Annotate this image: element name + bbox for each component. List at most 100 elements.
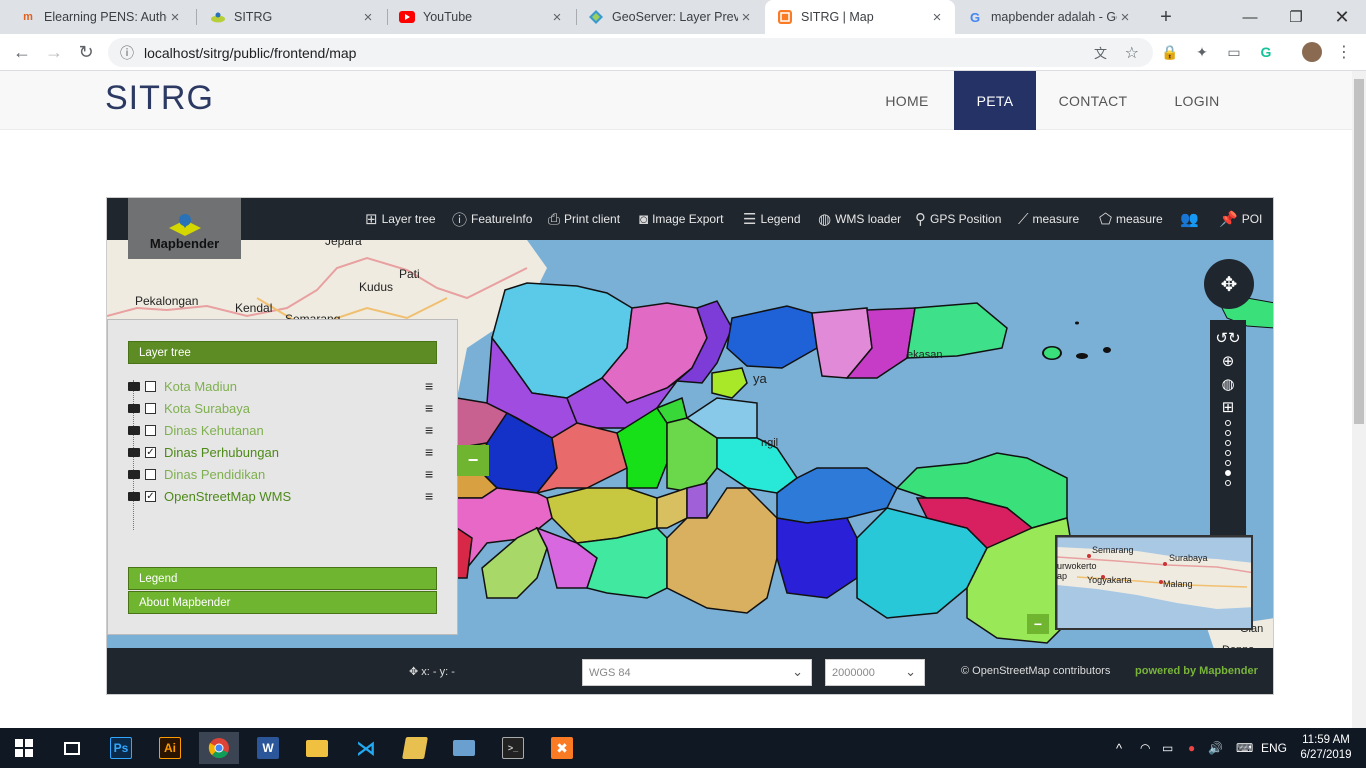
- featureinfo-tool[interactable]: ⓘ FeatureInfo: [452, 198, 532, 240]
- extension-puzzle-icon[interactable]: ✦: [1192, 42, 1212, 62]
- close-tab-icon[interactable]: ×: [1117, 9, 1133, 26]
- nav-login[interactable]: LOGIN: [1160, 71, 1234, 130]
- zoom-level-dot[interactable]: [1225, 430, 1231, 436]
- minimize-icon[interactable]: —: [1227, 0, 1273, 34]
- language-indicator[interactable]: ENG: [1261, 728, 1287, 768]
- pan-navigation-icon[interactable]: ✥: [1204, 259, 1254, 309]
- zoom-level-dot[interactable]: [1225, 470, 1231, 476]
- legend-tool[interactable]: ☰ Legend: [743, 198, 801, 240]
- nav-contact[interactable]: CONTACT: [1050, 71, 1136, 130]
- measure-area-tool[interactable]: ⬠ measure: [1099, 198, 1163, 240]
- back-icon[interactable]: ←: [6, 34, 38, 71]
- scrollbar-thumb[interactable]: [1354, 79, 1364, 424]
- close-tab-icon[interactable]: ×: [929, 9, 945, 26]
- translate-icon[interactable]: 文: [1094, 43, 1107, 62]
- folder-app-icon[interactable]: [395, 732, 435, 764]
- zoom-level-dot[interactable]: [1225, 460, 1231, 466]
- browser-tab[interactable]: SITRG ×: [198, 0, 386, 34]
- reload-icon[interactable]: ↻: [70, 34, 102, 71]
- layer-row[interactable]: Kota Surabaya ≡: [128, 397, 437, 419]
- keyboard-icon[interactable]: ⌨: [1236, 728, 1253, 768]
- close-tab-icon[interactable]: ×: [738, 9, 754, 26]
- address-bar[interactable]: ⓘ localhost/sitrg/public/frontend/map 文 …: [108, 38, 1153, 67]
- illustrator-icon[interactable]: Ai: [150, 732, 190, 764]
- restore-icon[interactable]: ❐: [1273, 0, 1319, 34]
- overview-toggle-button[interactable]: −: [1027, 614, 1049, 634]
- about-mapbender-accordion[interactable]: About Mapbender: [128, 591, 437, 614]
- layer-checkbox[interactable]: [145, 380, 156, 392]
- attribution-link[interactable]: © OpenStreetMap contributors: [961, 665, 1110, 677]
- layer-row[interactable]: ✓ Dinas Perhubungan ≡: [128, 441, 437, 463]
- xampp-icon[interactable]: ✖: [542, 732, 582, 764]
- layer-name[interactable]: Dinas Kehutanan: [164, 423, 425, 438]
- srs-select[interactable]: WGS 84 ⌄: [582, 659, 812, 686]
- photoshop-icon[interactable]: Ps: [101, 732, 141, 764]
- zoom-level-dot[interactable]: [1225, 480, 1231, 486]
- layer-menu-icon[interactable]: ≡: [425, 422, 437, 438]
- volume-icon[interactable]: 🔊: [1208, 728, 1223, 768]
- browser-tab-active[interactable]: SITRG | Map ×: [765, 0, 955, 34]
- gps-position-tool[interactable]: ⚲ GPS Position: [915, 198, 1001, 240]
- layer-row[interactable]: Dinas Pendidikan ≡: [128, 463, 437, 485]
- browser-tab[interactable]: GeoServer: Layer Previe ×: [576, 0, 764, 34]
- zoom-level-dot[interactable]: [1225, 450, 1231, 456]
- layer-checkbox[interactable]: [145, 468, 156, 480]
- poi-tool[interactable]: 📌 POI: [1219, 198, 1262, 240]
- info-icon[interactable]: ⓘ: [120, 43, 134, 63]
- zoom-box-icon[interactable]: ⊞: [1222, 395, 1235, 418]
- task-view-icon[interactable]: [52, 732, 92, 764]
- windows-start-icon[interactable]: [4, 732, 44, 764]
- nav-peta[interactable]: PETA: [954, 71, 1036, 130]
- new-tab-button[interactable]: +: [1143, 0, 1189, 34]
- layer-name[interactable]: Kota Surabaya: [164, 401, 425, 416]
- show-hidden-icons-icon[interactable]: ^: [1116, 728, 1122, 768]
- layer-row[interactable]: Dinas Kehutanan ≡: [128, 419, 437, 441]
- network-app-icon[interactable]: [444, 732, 484, 764]
- measure-line-tool[interactable]: ⟋ measure: [1018, 198, 1079, 240]
- layer-name[interactable]: Dinas Perhubungan: [164, 445, 425, 460]
- file-explorer-icon[interactable]: [297, 732, 337, 764]
- rotate-icon[interactable]: ↺↻: [1215, 326, 1240, 349]
- close-tab-icon[interactable]: ×: [360, 9, 376, 26]
- layer-tree-header[interactable]: Layer tree: [128, 341, 437, 364]
- print-client-tool[interactable]: ⎙ Print client: [548, 198, 620, 240]
- browser-tab[interactable]: G mapbender adalah - Go ×: [955, 0, 1143, 34]
- zoom-in-icon[interactable]: ⊕: [1222, 349, 1235, 372]
- notification-alert-icon[interactable]: ●: [1188, 728, 1195, 768]
- forward-icon[interactable]: →: [38, 34, 70, 71]
- layer-name[interactable]: Kota Madiun: [164, 379, 425, 394]
- grammarly-icon[interactable]: G: [1256, 42, 1276, 62]
- powered-by-link[interactable]: powered by Mapbender: [1135, 665, 1258, 677]
- close-window-icon[interactable]: ✕: [1319, 0, 1365, 34]
- layer-menu-icon[interactable]: ≡: [425, 466, 437, 482]
- wifi-icon[interactable]: ◠: [1140, 728, 1150, 768]
- bookmark-star-icon[interactable]: ☆: [1125, 43, 1139, 63]
- profile-avatar[interactable]: [1302, 42, 1322, 62]
- layer-checkbox[interactable]: [145, 424, 156, 436]
- layer-menu-icon[interactable]: ≡: [425, 400, 437, 416]
- users-tool[interactable]: 👥: [1180, 198, 1203, 240]
- zoom-level-dot[interactable]: [1225, 440, 1231, 446]
- legend-accordion[interactable]: Legend: [128, 567, 437, 590]
- vscode-icon[interactable]: ⋊: [346, 732, 386, 764]
- nav-home[interactable]: HOME: [868, 71, 946, 130]
- word-icon[interactable]: W: [248, 732, 288, 764]
- layer-name[interactable]: Dinas Pendidikan: [164, 467, 425, 482]
- layer-checkbox-checked[interactable]: ✓: [145, 490, 156, 502]
- zoom-world-icon[interactable]: ◍: [1221, 372, 1234, 395]
- mapbender-map[interactable]: Jepara Pati Kudus Pekalongan Kendal Sema…: [106, 197, 1274, 695]
- extension-lock-icon[interactable]: 🔒: [1160, 42, 1180, 62]
- clock[interactable]: 11:59 AM 6/27/2019: [1296, 728, 1356, 768]
- chrome-icon[interactable]: [199, 732, 239, 764]
- layer-row[interactable]: ✓ OpenStreetMap WMS ≡: [128, 485, 437, 507]
- page-scrollbar[interactable]: [1352, 71, 1366, 728]
- close-tab-icon[interactable]: ×: [549, 9, 565, 26]
- layer-checkbox[interactable]: [145, 402, 156, 414]
- extension-chat-icon[interactable]: ▭: [1224, 42, 1244, 62]
- terminal-icon[interactable]: >_: [493, 732, 533, 764]
- layer-checkbox-checked[interactable]: ✓: [145, 446, 156, 458]
- close-tab-icon[interactable]: ×: [167, 9, 183, 26]
- zoom-level-dot[interactable]: [1225, 420, 1231, 426]
- wms-loader-tool[interactable]: ◍ WMS loader: [818, 198, 901, 240]
- browser-tab[interactable]: YouTube ×: [387, 0, 575, 34]
